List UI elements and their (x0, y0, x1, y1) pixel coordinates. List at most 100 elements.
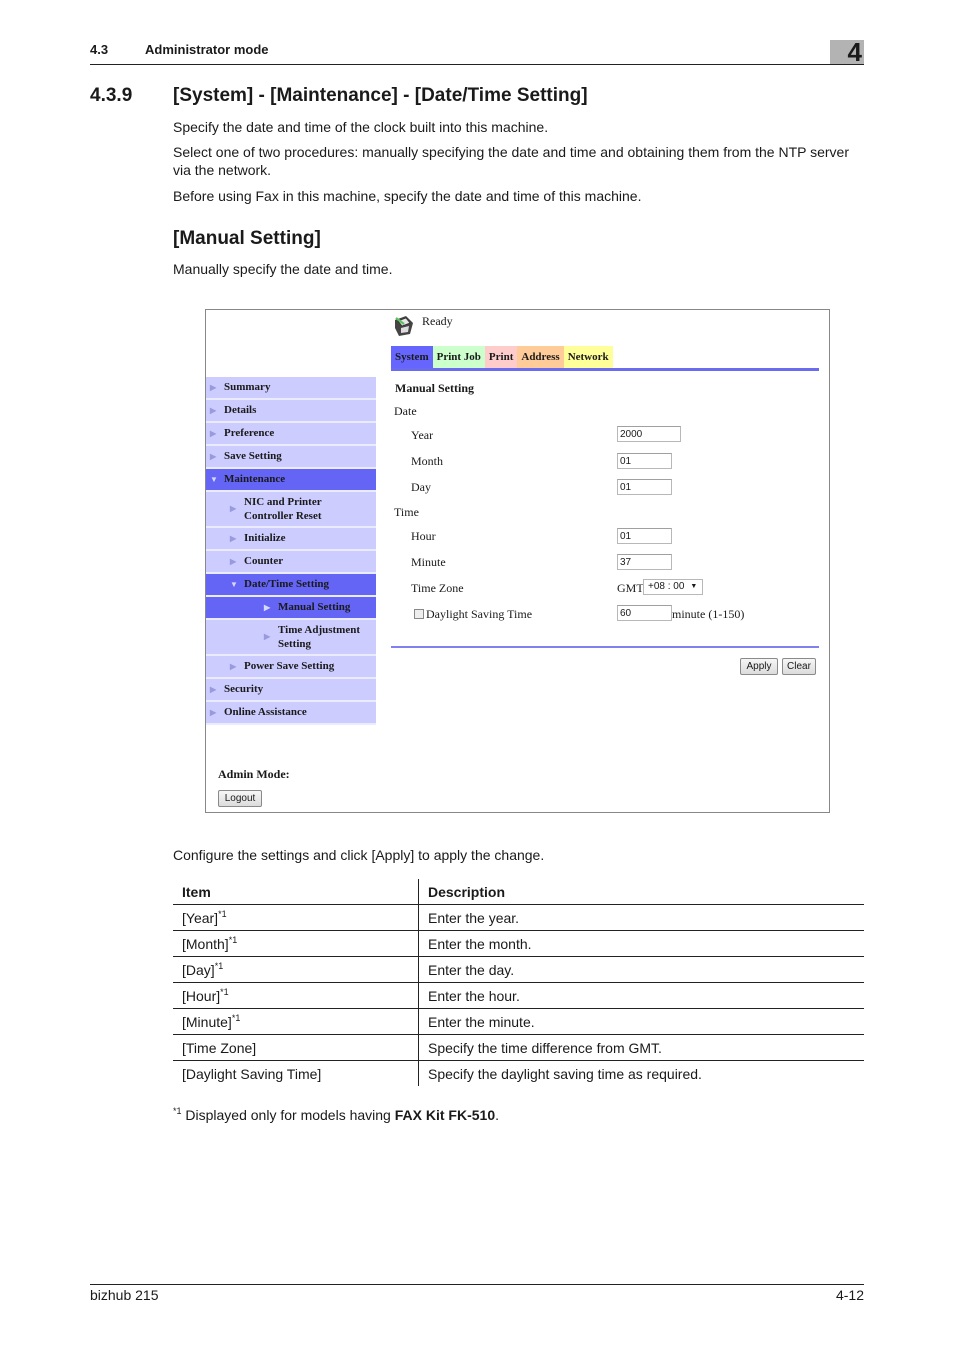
dst-checkbox[interactable] (414, 609, 424, 619)
table-row: [Daylight Saving Time] Specify the daylig… (173, 1060, 864, 1086)
subsection-intro: Manually specify the date and time. (173, 261, 393, 277)
footnote-ref: *1 (220, 986, 229, 997)
triangle-right-icon: ▶ (210, 708, 217, 717)
triangle-right-icon: ▶ (210, 685, 217, 694)
timezone-label: Time Zone (411, 581, 464, 595)
date-group-label: Date (394, 404, 417, 418)
table-row: [Month]*1 Enter the month. (173, 930, 864, 957)
clear-button[interactable]: Clear (782, 658, 816, 675)
description-cell: Enter the year. (418, 904, 864, 931)
description-cell: Enter the hour. (418, 982, 864, 1009)
dst-minutes-input[interactable]: 60 (617, 605, 672, 621)
triangle-right-icon: ▶ (264, 632, 271, 641)
triangle-right-icon: ▶ (230, 662, 237, 671)
day-input[interactable]: 01 (617, 479, 672, 495)
header-rule (90, 64, 864, 65)
admin-mode-label: Admin Mode: (218, 767, 290, 781)
tab-address[interactable]: Address (517, 346, 564, 368)
item-cell: [Time Zone] (173, 1034, 419, 1061)
tab-network[interactable]: Network (563, 346, 613, 368)
tab-print[interactable]: Print (484, 346, 518, 368)
table-row: [Time Zone] Specify the time difference f… (173, 1034, 864, 1061)
logout-button[interactable]: Logout (218, 790, 262, 807)
day-label: Day (411, 480, 431, 494)
header-item: Item (173, 879, 419, 905)
footer-rule (90, 1284, 864, 1285)
sidebar-item-label: Security (224, 683, 264, 695)
item-cell: [Hour]*1 (173, 982, 419, 1009)
footnote-ref: *1 (214, 960, 224, 971)
table-header-row: Item Description (173, 879, 864, 905)
form-bottom-rule (391, 646, 819, 648)
apply-button[interactable]: Apply (740, 658, 778, 675)
timezone-value: +08 : 00 (648, 581, 685, 592)
subsection-title: [Manual Setting] (173, 228, 321, 249)
item-cell: [Day]*1 (173, 956, 419, 983)
sidebar-item-power-save-setting[interactable]: ▶ Power Save Setting (206, 656, 376, 679)
sidebar-menu: ▶ Summary ▶ Details ▶ Preference ▶ Save Setting… (206, 377, 376, 725)
minute-input[interactable]: 37 (617, 554, 672, 570)
item-name: [Hour] (182, 987, 221, 1004)
timezone-select[interactable]: +08 : 00 ▼ (643, 579, 703, 595)
footnote: *1 Displayed only for models having FAX … (173, 1107, 499, 1124)
sidebar-item-initialize[interactable]: ▶ Initialize (206, 528, 376, 551)
sidebar-item-manual-setting[interactable]: ▶ Manual Setting (206, 597, 376, 620)
sidebar-item-label: Details (224, 404, 257, 416)
footnote-end: . (495, 1107, 499, 1123)
item-cell: [Month]*1 (173, 930, 419, 957)
sidebar-item-maintenance[interactable]: ▼ Maintenance (206, 469, 376, 492)
sidebar-item-summary[interactable]: ▶ Summary (206, 377, 376, 400)
month-input[interactable]: 01 (617, 453, 672, 469)
month-label: Month (411, 454, 444, 468)
section-number: 4.3.9 (90, 85, 133, 106)
footnote-bold: FAX Kit FK-510 (394, 1107, 496, 1123)
sidebar-item-save-setting[interactable]: ▶ Save Setting (206, 446, 376, 469)
footnote-ref: *1 (228, 934, 238, 945)
triangle-right-icon: ▶ (210, 406, 217, 415)
sidebar-item-time-adjustment-setting[interactable]: ▶ Time Adjustment Setting (206, 620, 376, 656)
item-cell: [Daylight Saving Time] (173, 1060, 419, 1086)
table-row: [Day]*1 Enter the day. (173, 956, 864, 983)
item-name: [Time Zone] (182, 1039, 257, 1056)
table-row: [Year]*1 Enter the year. (173, 904, 864, 931)
triangle-right-icon: ▶ (264, 603, 271, 612)
triangle-right-icon: ▶ (210, 383, 217, 392)
item-name: [Day] (182, 961, 215, 978)
header-section-title: Administrator mode (145, 42, 269, 57)
settings-table: Item Description [Year]*1 Enter the year.… (173, 879, 864, 1086)
sidebar-item-counter[interactable]: ▶ Counter (206, 551, 376, 574)
sidebar-item-details[interactable]: ▶ Details (206, 400, 376, 423)
header-description: Description (418, 879, 864, 905)
description-cell: Enter the day. (418, 956, 864, 983)
year-input[interactable]: 2000 (617, 426, 681, 442)
item-cell: [Minute]*1 (173, 1008, 419, 1035)
hour-input[interactable]: 01 (617, 528, 672, 544)
tab-bar: System Print Job Print Address Network (391, 346, 613, 368)
footer-product: bizhub 215 (90, 1287, 159, 1303)
timezone-prefix: GMT (617, 581, 644, 595)
sidebar-item-online-assistance[interactable]: ▶ Online Assistance (206, 702, 376, 725)
footnote-text: Displayed only for models having (181, 1107, 395, 1123)
table-row: [Hour]*1 Enter the hour. (173, 982, 864, 1009)
fax-paragraph: Before using Fax in this machine, specif… (173, 188, 642, 204)
description-cell: Specify the daylight saving time as requ… (428, 1065, 702, 1082)
sidebar-item-label: Manual Setting (278, 601, 351, 613)
sidebar-item-nic-and-printer-controller-reset[interactable]: ▶ NIC and Printer Controller Reset (206, 492, 376, 528)
form-title: Manual Setting (395, 381, 475, 395)
sidebar-item-security[interactable]: ▶ Security (206, 679, 376, 702)
tab-system[interactable]: System (391, 346, 433, 368)
chevron-down-icon: ▼ (690, 583, 698, 590)
procedure-paragraph: Select one of two procedures: manually s… (173, 144, 849, 178)
footnote-ref: *1 (218, 908, 227, 919)
triangle-down-icon: ▼ (230, 580, 238, 589)
sidebar-item-label: Save Setting (224, 450, 282, 462)
item-name: [Daylight Saving Time] (182, 1065, 322, 1082)
time-group-label: Time (394, 505, 419, 519)
sidebar-item-label: Summary (224, 381, 271, 393)
tab-print-job[interactable]: Print Job (432, 346, 485, 368)
sidebar-item-preference[interactable]: ▶ Preference (206, 423, 376, 446)
dst-unit: minute (1-150) (672, 607, 745, 621)
sidebar-item-date-time-setting[interactable]: ▼ Date/Time Setting (206, 574, 376, 597)
intro-paragraph: Specify the date and time of the clock b… (173, 119, 549, 135)
instruction-text: Configure the settings and click [Apply]… (173, 847, 545, 863)
